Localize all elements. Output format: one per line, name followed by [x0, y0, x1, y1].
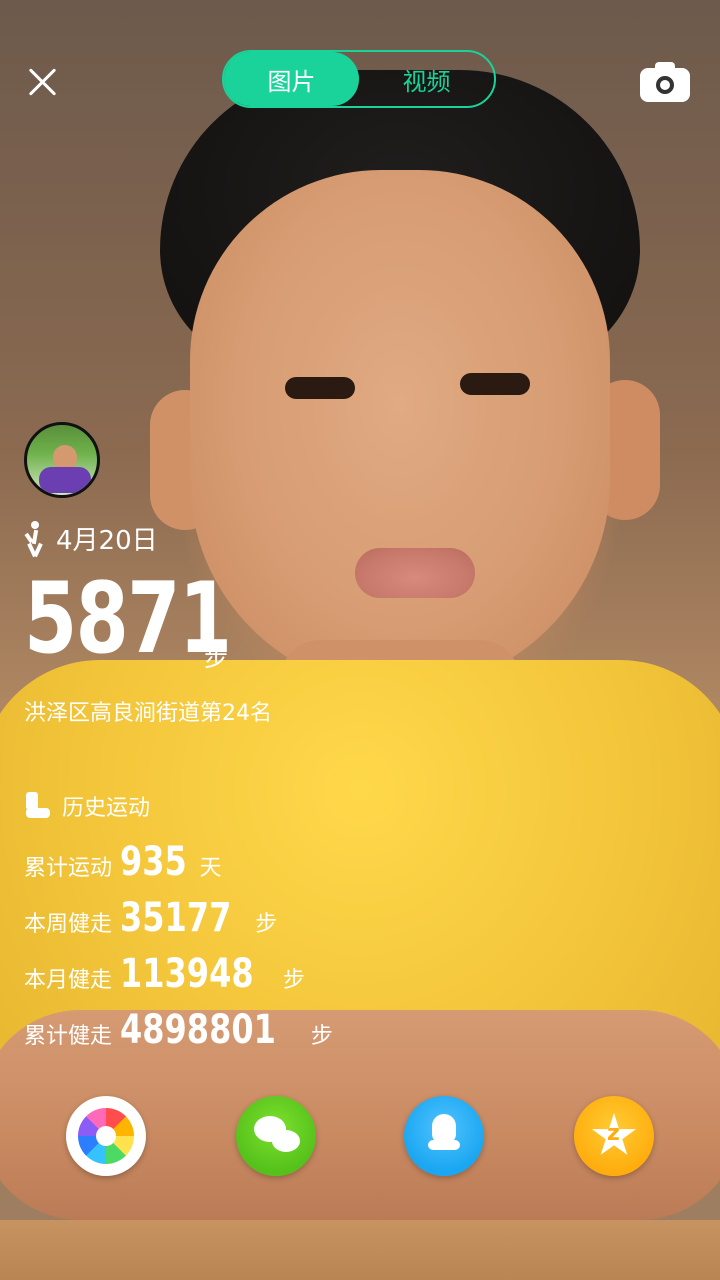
avatar[interactable] — [24, 422, 100, 498]
rank-text: 洪泽区高良涧街道第24名 — [24, 701, 272, 726]
date-label: 4月20日 — [56, 526, 158, 556]
stat-unit: 步 — [255, 912, 278, 937]
stat-row-month: 本月健走 113948 步 — [24, 954, 305, 994]
stat-unit: 步 — [310, 1024, 333, 1049]
stat-label: 本月健走 — [24, 968, 113, 993]
qq-penguin-feet — [428, 1140, 460, 1150]
stat-row-week: 本周健走 35177 步 — [24, 898, 277, 938]
qzone-star-icon — [591, 1113, 637, 1155]
photo-mouth — [355, 548, 475, 598]
photo-face — [190, 170, 610, 690]
share-wechat-button[interactable] — [236, 1096, 316, 1176]
share-card-screen: 图片 视频 4月20日 5871 步 洪泽区高良涧街道第24名 历史运动 累计运… — [0, 0, 720, 1280]
date-row: 4月20日 — [24, 520, 158, 557]
stat-unit: 天 — [199, 856, 222, 881]
history-header: 历史运动 — [24, 790, 150, 822]
share-albums-button[interactable] — [66, 1096, 146, 1176]
walk-icon — [24, 520, 46, 557]
stat-label: 累计运动 — [24, 856, 113, 881]
avatar-shirt — [39, 467, 91, 493]
camera-lens — [656, 76, 674, 94]
share-qq-button[interactable] — [404, 1096, 484, 1176]
photo-eye-right — [460, 373, 530, 395]
stat-value: 4898801 — [120, 1007, 276, 1053]
photo-eye-left — [285, 377, 355, 399]
stat-value: 113948 — [120, 951, 254, 997]
tab-images[interactable]: 图片 — [224, 52, 359, 106]
stat-label: 累计健走 — [24, 1024, 113, 1049]
albums-aperture-icon — [78, 1108, 134, 1164]
stat-unit: 步 — [283, 968, 306, 993]
close-button[interactable] — [24, 64, 60, 100]
steps-count: 5871 — [24, 562, 232, 676]
stat-value: 35177 — [120, 895, 232, 941]
camera-button[interactable] — [640, 60, 690, 104]
stat-label: 本周健走 — [24, 912, 113, 937]
photo-table — [0, 1220, 720, 1280]
boot-icon — [24, 792, 52, 820]
share-qzone-button[interactable] — [574, 1096, 654, 1176]
steps-unit: 步 — [204, 644, 228, 672]
wechat-icon-secondary — [272, 1130, 300, 1152]
tab-video[interactable]: 视频 — [359, 52, 494, 106]
stat-value: 935 — [120, 839, 187, 885]
stat-row-days: 累计运动 935 天 — [24, 842, 222, 882]
stat-row-total: 累计健走 4898801 步 — [24, 1010, 333, 1050]
media-toggle: 图片 视频 — [222, 50, 496, 108]
history-title: 历史运动 — [62, 796, 151, 821]
